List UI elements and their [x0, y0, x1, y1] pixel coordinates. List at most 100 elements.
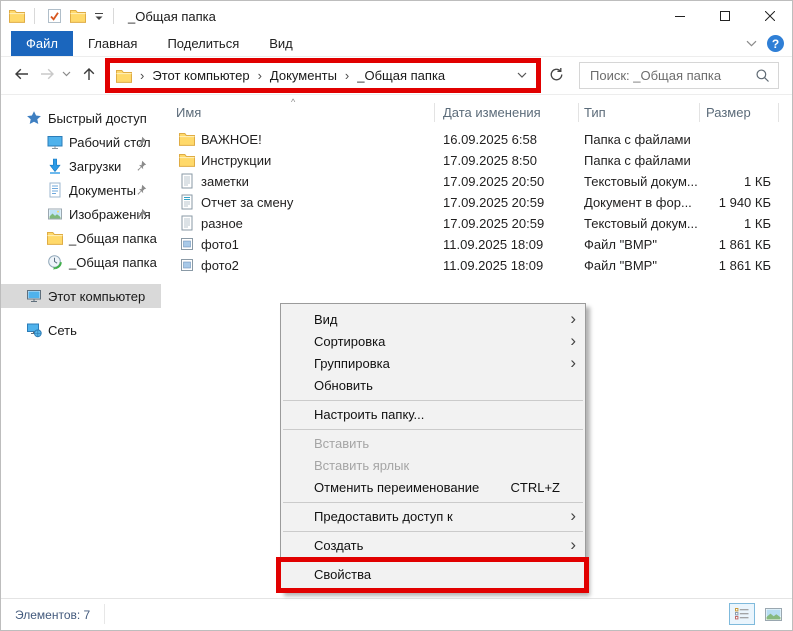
- text-file-icon: [179, 173, 195, 189]
- recent-locations-chevron-icon[interactable]: [62, 71, 71, 77]
- file-name: разное: [201, 216, 243, 231]
- file-row[interactable]: ВАЖНОЕ!16.09.2025 6:58Папка с файлами: [161, 129, 792, 150]
- sync-folder-icon: [47, 254, 63, 270]
- ribbon: ФайлГлавнаяПоделитьсяВид ?: [1, 31, 792, 57]
- column-header-name[interactable]: Имя: [176, 105, 201, 120]
- breadcrumb-item[interactable]: Этот компьютер: [152, 68, 249, 83]
- sort-ascending-indicator: ^: [291, 97, 295, 107]
- address-bar[interactable]: ›Этот компьютер›Документы›_Общая папка: [110, 63, 536, 88]
- menu-item-group[interactable]: Группировка›: [281, 353, 585, 375]
- divider: [104, 604, 105, 624]
- file-row[interactable]: фото211.09.2025 18:09Файл "BMP"1 861 КБ: [161, 255, 792, 276]
- submenu-arrow-icon: ›: [570, 330, 576, 352]
- sidebar: Быстрый доступ Рабочий столЗагрузкиДокуме…: [1, 96, 161, 599]
- menu-item-customize-folder[interactable]: Настроить папку...: [281, 404, 585, 426]
- breadcrumb-chevron-icon: ›: [258, 69, 262, 82]
- address-dropdown-chevron-icon[interactable]: [517, 72, 527, 78]
- sidebar-item-shared-folder-sync[interactable]: _Общая папка: [1, 250, 161, 274]
- search-icon[interactable]: [755, 68, 770, 83]
- divider: [1, 94, 792, 95]
- menu-item-paste: Вставить: [281, 433, 585, 455]
- sidebar-item-label: Быстрый доступ: [48, 111, 147, 126]
- column-divider[interactable]: [578, 103, 579, 122]
- menu-item-new[interactable]: Создать›: [281, 535, 585, 557]
- file-type: Файл "BMP": [584, 258, 657, 273]
- desktop-icon: [47, 134, 63, 150]
- forward-button[interactable]: [39, 66, 56, 82]
- sidebar-item-pictures[interactable]: Изображения: [1, 202, 161, 226]
- column-header-type[interactable]: Тип: [584, 105, 606, 120]
- qat-new-folder-icon[interactable]: [70, 9, 86, 23]
- title-bar: _Общая папка: [1, 1, 792, 31]
- sidebar-item-quick-access[interactable]: Быстрый доступ: [1, 106, 161, 130]
- menu-item-sort[interactable]: Сортировка›: [281, 331, 585, 353]
- file-row[interactable]: разное17.09.2025 20:59Текстовый докум...…: [161, 213, 792, 234]
- menu-item-view[interactable]: Вид›: [281, 309, 585, 331]
- richtext-file-icon: [179, 194, 195, 210]
- column-divider[interactable]: [434, 103, 435, 122]
- pin-icon: [135, 160, 147, 172]
- column-divider[interactable]: [699, 103, 700, 122]
- search-input[interactable]: [588, 67, 755, 84]
- tab-view[interactable]: Вид: [254, 31, 308, 56]
- menu-item-label: Предоставить доступ к: [314, 509, 453, 524]
- up-button[interactable]: [81, 66, 97, 82]
- pin-icon: [135, 184, 147, 196]
- menu-item-give-access[interactable]: Предоставить доступ к›: [281, 506, 585, 528]
- ribbon-tab-strip: ФайлГлавнаяПоделитьсяВид: [1, 31, 792, 56]
- details-view-button[interactable]: [729, 603, 755, 625]
- file-date: 11.09.2025 18:09: [443, 258, 543, 273]
- menu-item-label: Группировка: [314, 356, 390, 371]
- menu-item-refresh[interactable]: Обновить: [281, 375, 585, 397]
- file-row[interactable]: Отчет за смену17.09.2025 20:59Документ в…: [161, 192, 792, 213]
- file-type: Файл "BMP": [584, 237, 657, 252]
- file-row[interactable]: Инструкции17.09.2025 8:50Папка с файлами: [161, 150, 792, 171]
- qat-customize-toolbar-chevron-icon[interactable]: [94, 12, 104, 21]
- sidebar-item-label: Этот компьютер: [48, 289, 145, 304]
- tab-home[interactable]: Главная: [73, 31, 152, 56]
- menu-item-label: Вид: [314, 312, 338, 327]
- minimize-button[interactable]: [657, 1, 702, 31]
- sidebar-item-desktop[interactable]: Рабочий стол: [1, 130, 161, 154]
- column-header-size[interactable]: Размер: [706, 105, 751, 120]
- sidebar-item-network[interactable]: Сеть: [1, 318, 161, 342]
- close-button[interactable]: [747, 1, 792, 31]
- menu-item-label: Свойства: [314, 567, 371, 582]
- folder-icon: [47, 230, 63, 246]
- quick-access-star-icon: [26, 110, 42, 126]
- refresh-button[interactable]: [549, 67, 564, 82]
- ribbon-expand-chevron-icon[interactable]: [746, 40, 757, 47]
- file-date: 17.09.2025 20:50: [443, 174, 544, 189]
- qat-properties-check-icon[interactable]: [47, 8, 62, 24]
- maximize-button[interactable]: [702, 1, 747, 31]
- file-size: 1 861 КБ: [661, 237, 771, 252]
- column-header-date[interactable]: Дата изменения: [443, 105, 541, 120]
- file-row[interactable]: фото111.09.2025 18:09Файл "BMP"1 861 КБ: [161, 234, 792, 255]
- column-divider[interactable]: [778, 103, 779, 122]
- help-button[interactable]: ?: [767, 35, 784, 52]
- folder-icon: [179, 152, 195, 168]
- menu-separator: [283, 560, 583, 561]
- sidebar-item-shared-folder[interactable]: _Общая папка: [1, 226, 161, 250]
- menu-separator: [283, 429, 583, 430]
- thumbnails-view-button[interactable]: [760, 603, 786, 625]
- file-date: 17.09.2025 20:59: [443, 195, 544, 210]
- tab-file[interactable]: Файл: [11, 31, 73, 56]
- sidebar-item-downloads[interactable]: Загрузки: [1, 154, 161, 178]
- file-name: фото2: [201, 258, 239, 273]
- breadcrumb-item[interactable]: Документы: [270, 68, 337, 83]
- file-row[interactable]: заметки17.09.2025 20:50Текстовый докум..…: [161, 171, 792, 192]
- menu-item-label: Вставить: [314, 436, 369, 451]
- file-date: 17.09.2025 20:59: [443, 216, 544, 231]
- menu-item-properties[interactable]: Свойства: [281, 564, 585, 586]
- back-button[interactable]: [13, 66, 30, 82]
- sidebar-item-this-pc[interactable]: Этот компьютер: [1, 284, 161, 308]
- menu-item-undo-rename[interactable]: Отменить переименованиеCTRL+Z: [281, 477, 585, 499]
- sidebar-item-documents[interactable]: Документы: [1, 178, 161, 202]
- file-date: 11.09.2025 18:09: [443, 237, 543, 252]
- search-box[interactable]: [579, 62, 779, 89]
- menu-separator: [283, 531, 583, 532]
- tab-share[interactable]: Поделиться: [152, 31, 254, 56]
- breadcrumb-item[interactable]: _Общая папка: [357, 68, 445, 83]
- bmp-file-icon: [179, 236, 195, 252]
